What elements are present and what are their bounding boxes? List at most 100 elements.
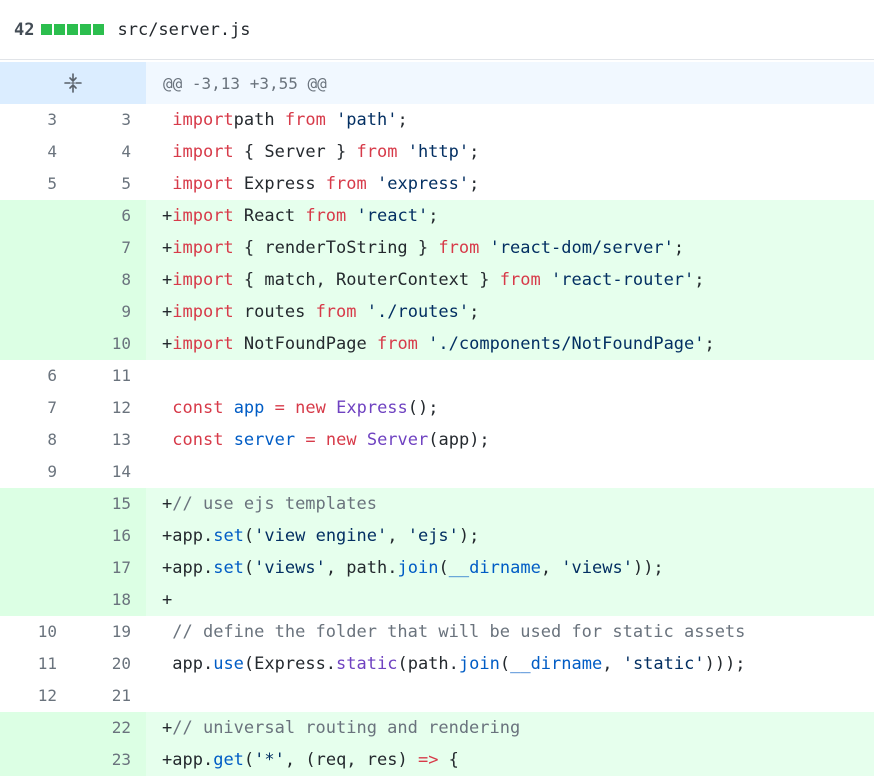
old-line-number[interactable]: 8 — [0, 424, 73, 456]
code-token: // use ejs templates — [172, 494, 377, 514]
new-line-number[interactable]: 6 — [73, 200, 146, 232]
code-token: const — [172, 398, 224, 418]
old-line-number[interactable]: 7 — [0, 392, 73, 424]
code-token: ; — [397, 110, 408, 130]
diff-marker: + — [162, 526, 173, 546]
old-line-number[interactable] — [0, 712, 73, 744]
new-line-number[interactable]: 16 — [73, 520, 146, 552]
code-token: join — [458, 654, 500, 674]
old-line-number[interactable] — [0, 744, 73, 776]
diff-marker: + — [162, 494, 173, 514]
old-line-number[interactable] — [0, 328, 73, 360]
old-line-number[interactable] — [0, 552, 73, 584]
code-token: , — [387, 526, 408, 546]
old-line-number[interactable] — [0, 264, 73, 296]
code-token: import — [172, 270, 234, 290]
code-token: set — [213, 526, 244, 546]
old-line-number[interactable]: 10 — [0, 616, 73, 648]
code-token: app. — [172, 654, 214, 674]
old-line-number[interactable] — [0, 584, 73, 616]
expand-lines-button[interactable] — [0, 62, 146, 104]
code-token: from — [356, 142, 398, 162]
old-line-number[interactable]: 6 — [0, 360, 73, 392]
code-content: +import NotFoundPage from './components/… — [146, 328, 874, 360]
diffstat-block — [54, 24, 66, 35]
old-line-number[interactable]: 12 — [0, 680, 73, 712]
new-line-number[interactable]: 15 — [73, 488, 146, 520]
old-line-number[interactable] — [0, 232, 73, 264]
new-line-number[interactable]: 17 — [73, 552, 146, 584]
new-line-number[interactable]: 23 — [73, 744, 146, 776]
new-line-number[interactable]: 10 — [73, 328, 146, 360]
code-content — [146, 680, 874, 712]
code-token: app — [233, 398, 265, 418]
old-line-number[interactable] — [0, 200, 73, 232]
code-token: , — [540, 558, 562, 578]
code-token: import — [172, 174, 234, 194]
code-token: Server — [366, 430, 429, 450]
new-line-number[interactable]: 9 — [73, 296, 146, 328]
code-content: +// universal routing and rendering — [146, 712, 874, 744]
code-token: new — [295, 398, 326, 418]
old-line-number[interactable]: 11 — [0, 648, 73, 680]
code-content: +app.set('view engine', 'ejs'); — [146, 520, 874, 552]
context-line: 6 11 — [0, 360, 874, 392]
file-path[interactable]: src/server.js — [117, 20, 250, 40]
new-line-number[interactable]: 4 — [73, 136, 146, 168]
code-content: +import React from 'react'; — [146, 200, 874, 232]
code-token: // define the folder that will be used f… — [172, 622, 746, 642]
code-token: get — [213, 750, 244, 770]
code-content: +app.set('views', path.join(__dirname, '… — [146, 552, 874, 584]
code-token: from — [438, 238, 480, 258]
new-line-number[interactable]: 19 — [73, 616, 146, 648]
code-token: (); — [407, 398, 439, 418]
new-line-number[interactable]: 13 — [73, 424, 146, 456]
diffstat-block — [80, 24, 92, 35]
code-token: '*' — [254, 750, 285, 770]
new-line-number[interactable]: 11 — [73, 360, 146, 392]
new-line-number[interactable]: 20 — [73, 648, 146, 680]
old-line-number[interactable] — [0, 520, 73, 552]
code-token: from — [305, 206, 347, 226]
diff-marker: + — [162, 270, 173, 290]
old-line-number[interactable]: 3 — [0, 104, 73, 136]
code-token: , (req, res) — [284, 750, 418, 770]
code-token: 'react' — [356, 206, 429, 226]
old-line-number[interactable]: 5 — [0, 168, 73, 200]
new-line-number[interactable]: 21 — [73, 680, 146, 712]
old-line-number[interactable]: 4 — [0, 136, 73, 168]
code-content: import { Server } from 'http'; — [146, 136, 874, 168]
new-line-number[interactable]: 5 — [73, 168, 146, 200]
code-content: +import routes from './routes'; — [146, 296, 874, 328]
code-content: +app.get('*', (req, res) => { — [146, 744, 874, 776]
new-line-number[interactable]: 8 — [73, 264, 146, 296]
new-line-number[interactable]: 7 — [73, 232, 146, 264]
new-line-number[interactable]: 18 — [73, 584, 146, 616]
old-line-number[interactable] — [0, 296, 73, 328]
diff-marker: + — [162, 334, 173, 354]
diffstat-block — [93, 24, 105, 35]
new-line-number[interactable]: 14 — [73, 456, 146, 488]
code-token: { Server } — [233, 142, 357, 162]
code-content: const app = new Express(); — [146, 392, 874, 424]
code-token: __dirname — [448, 558, 541, 578]
code-token: (Express. — [243, 654, 337, 674]
old-line-number[interactable] — [0, 488, 73, 520]
code-content — [146, 456, 874, 488]
code-token: Express — [233, 174, 326, 194]
code-token: 'views' — [254, 558, 326, 578]
code-token: // universal routing and rendering — [172, 718, 521, 738]
new-line-number[interactable]: 3 — [73, 104, 146, 136]
new-line-number[interactable]: 22 — [73, 712, 146, 744]
new-line-number[interactable]: 12 — [73, 392, 146, 424]
old-line-number[interactable]: 9 — [0, 456, 73, 488]
code-token: ( — [243, 750, 255, 770]
code-token: ; — [469, 174, 480, 194]
